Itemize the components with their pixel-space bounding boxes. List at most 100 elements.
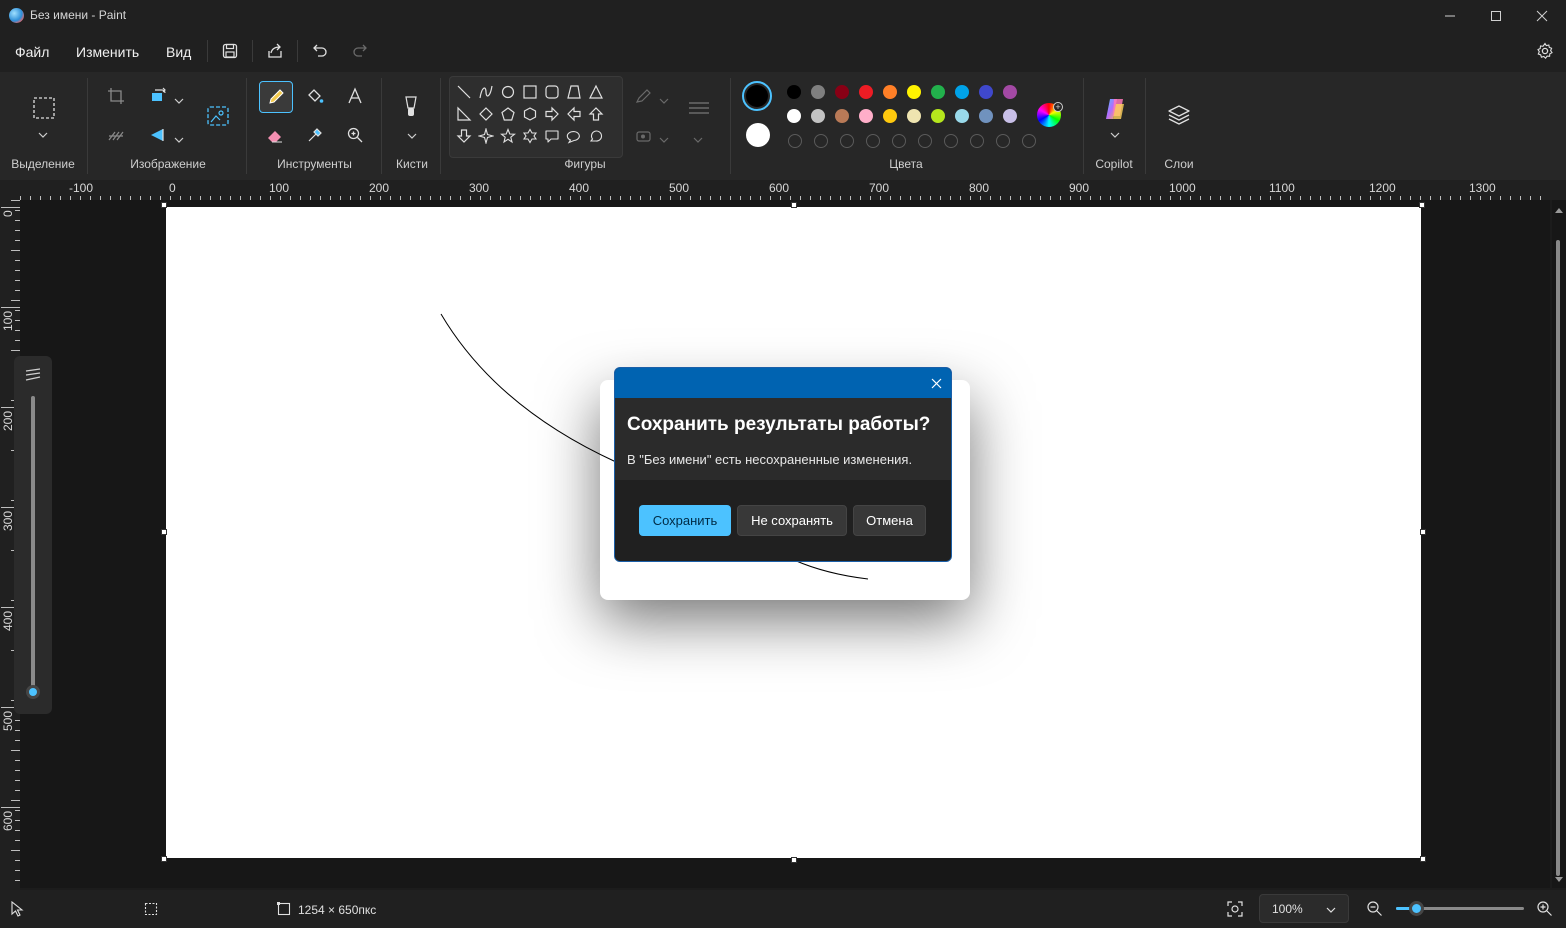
canvas-resize-handle[interactable] [1419, 202, 1425, 208]
fit-to-window-button[interactable] [1226, 900, 1244, 923]
save-changes-button[interactable]: Сохранить [639, 505, 731, 536]
scrollbar-thumb[interactable] [1556, 240, 1560, 876]
shape-fill-button[interactable] [628, 121, 660, 151]
empty-custom-color-slot[interactable] [918, 134, 932, 148]
flip-button[interactable] [142, 120, 174, 150]
empty-custom-color-slot[interactable] [944, 134, 958, 148]
edit-colors-button[interactable]: + [1037, 102, 1063, 129]
shape-pentagon[interactable] [498, 104, 518, 124]
text-tool[interactable] [339, 81, 371, 111]
copilot-dropdown[interactable] [1110, 126, 1120, 144]
shape-four-point-star[interactable] [476, 126, 496, 146]
shape-down-arrow[interactable] [454, 126, 474, 146]
scroll-down-icon[interactable] [1554, 876, 1564, 884]
empty-custom-color-slot[interactable] [970, 134, 984, 148]
shape-curve[interactable] [476, 82, 496, 102]
vertical-scrollbar[interactable] [1552, 200, 1566, 888]
share-button[interactable] [260, 38, 290, 64]
color-swatch[interactable] [811, 109, 825, 123]
menu-view[interactable]: Вид [166, 44, 191, 60]
line-size-dropdown[interactable] [693, 131, 703, 149]
remove-background-button[interactable] [202, 101, 234, 131]
empty-custom-color-slot[interactable] [788, 134, 802, 148]
canvas-resize-handle[interactable] [791, 202, 797, 208]
color-swatch[interactable] [907, 109, 921, 123]
canvas-resize-handle[interactable] [161, 202, 167, 208]
canvas-resize-handle[interactable] [1420, 529, 1426, 535]
maximize-button[interactable] [1473, 0, 1519, 32]
shape-hexagon[interactable] [520, 104, 540, 124]
color-swatch[interactable] [883, 85, 897, 99]
undo-button[interactable] [305, 38, 335, 64]
secondary-color-button[interactable] [746, 123, 770, 147]
primary-color-button[interactable] [742, 81, 772, 111]
flip-dropdown[interactable] [174, 131, 184, 149]
shape-right-triangle[interactable] [454, 104, 474, 124]
shape-line[interactable] [454, 82, 474, 102]
color-swatch[interactable] [907, 85, 921, 99]
cancel-button[interactable]: Отмена [853, 505, 926, 536]
shape-right-arrow[interactable] [542, 104, 562, 124]
color-swatch[interactable] [979, 85, 993, 99]
rotate-button[interactable] [142, 81, 174, 111]
color-swatch[interactable] [955, 85, 969, 99]
zoom-level-dropdown[interactable]: 100% [1259, 894, 1349, 923]
crop-button[interactable] [100, 81, 132, 111]
color-swatch[interactable] [787, 109, 801, 123]
layers-button[interactable] [1163, 100, 1195, 130]
shape-cloud-callout[interactable] [586, 126, 606, 146]
brushes-dropdown[interactable] [407, 127, 417, 145]
selection-dropdown[interactable] [38, 126, 48, 144]
dialog-close-button[interactable] [921, 368, 951, 398]
zoom-slider-thumb[interactable] [1409, 901, 1424, 916]
empty-custom-color-slot[interactable] [866, 134, 880, 148]
shape-triangle[interactable] [586, 82, 606, 102]
shape-polygon[interactable] [564, 82, 584, 102]
line-size-button[interactable] [683, 94, 715, 124]
shape-rounded-rectangle[interactable] [542, 82, 562, 102]
color-swatch[interactable] [859, 85, 873, 99]
color-swatch[interactable] [835, 85, 849, 99]
settings-button[interactable] [1530, 38, 1560, 64]
shape-oval-callout[interactable] [564, 126, 584, 146]
color-swatch[interactable] [931, 85, 945, 99]
pencil-tool[interactable] [259, 81, 293, 113]
close-window-button[interactable] [1519, 0, 1565, 32]
rotate-dropdown[interactable] [174, 92, 184, 110]
canvas-resize-handle[interactable] [161, 856, 167, 862]
fill-tool[interactable] [299, 81, 331, 111]
shape-oval[interactable] [498, 82, 518, 102]
shape-left-arrow[interactable] [564, 104, 584, 124]
selection-tool[interactable] [28, 92, 60, 124]
color-swatch[interactable] [979, 109, 993, 123]
menu-edit[interactable]: Изменить [76, 44, 139, 60]
magnifier-tool[interactable] [339, 120, 371, 150]
fill-dropdown[interactable] [659, 131, 669, 149]
scroll-up-icon[interactable] [1554, 206, 1564, 214]
color-swatch[interactable] [787, 85, 801, 99]
empty-custom-color-slot[interactable] [996, 134, 1010, 148]
dont-save-button[interactable]: Не сохранять [737, 505, 847, 536]
shape-up-arrow[interactable] [586, 104, 606, 124]
brush-size-track[interactable] [31, 396, 35, 692]
redo-button[interactable] [345, 38, 375, 64]
shape-six-point-star[interactable] [520, 126, 540, 146]
empty-custom-color-slot[interactable] [892, 134, 906, 148]
shape-diamond[interactable] [476, 104, 496, 124]
color-swatch[interactable] [931, 109, 945, 123]
color-swatch[interactable] [859, 109, 873, 123]
copilot-button[interactable] [1099, 94, 1131, 124]
color-swatch[interactable] [883, 109, 897, 123]
color-swatch[interactable] [1003, 109, 1017, 123]
shape-rect-callout[interactable] [542, 126, 562, 146]
shape-outline-button[interactable] [628, 82, 660, 112]
color-picker-tool[interactable] [299, 120, 331, 150]
canvas-resize-handle[interactable] [161, 529, 167, 535]
color-swatch[interactable] [1003, 85, 1017, 99]
empty-custom-color-slot[interactable] [1022, 134, 1036, 148]
save-button[interactable] [215, 38, 245, 64]
minimize-button[interactable] [1427, 0, 1473, 32]
outline-dropdown[interactable] [659, 92, 669, 110]
shape-rectangle[interactable] [520, 82, 540, 102]
empty-custom-color-slot[interactable] [814, 134, 828, 148]
